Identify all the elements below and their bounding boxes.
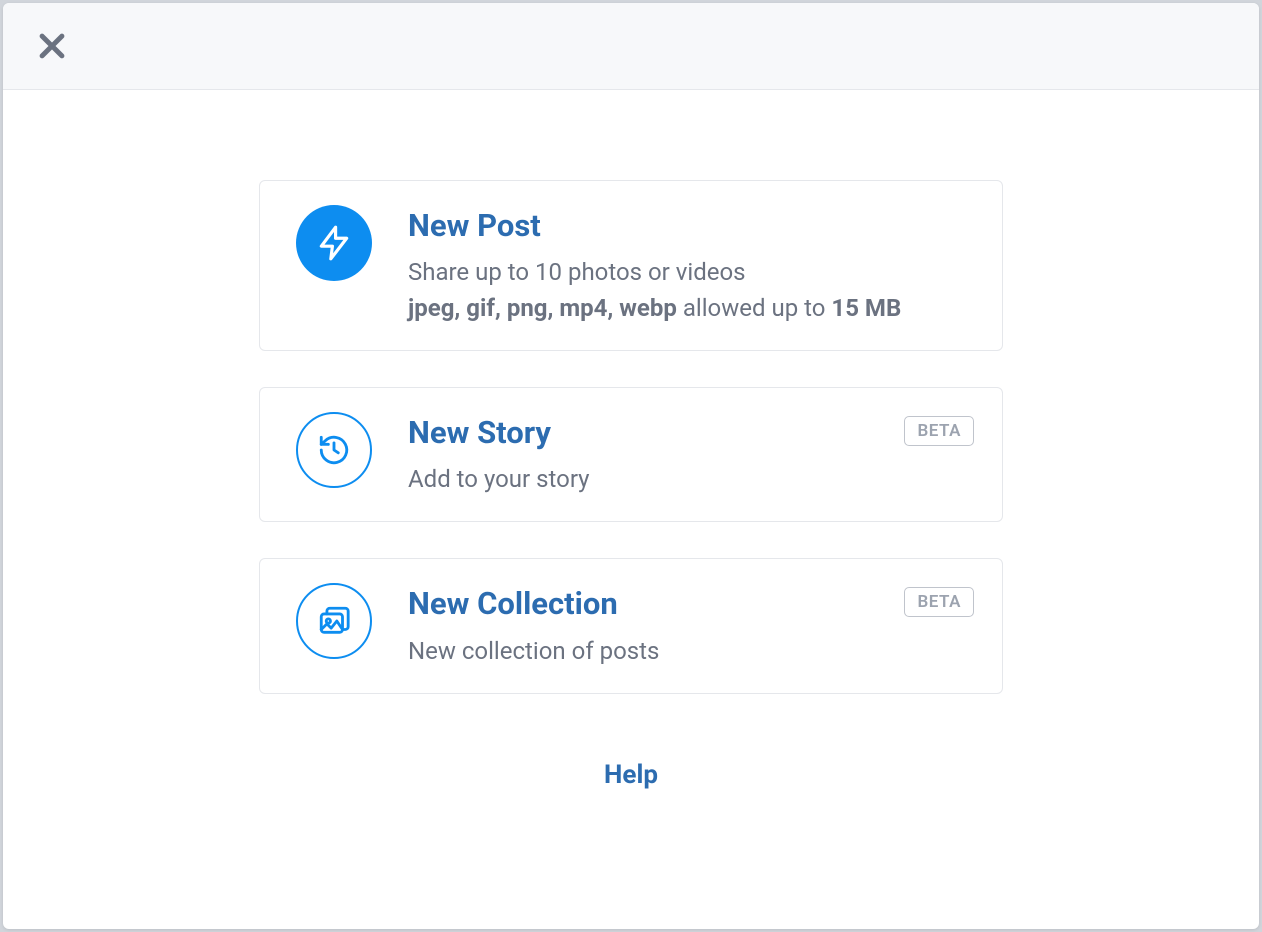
option-description: New collection of posts: [408, 633, 966, 669]
option-new-story[interactable]: New Story Add to your story BETA: [259, 387, 1003, 522]
option-description: Add to your story: [408, 461, 966, 497]
beta-badge: BETA: [904, 416, 974, 446]
help-link[interactable]: Help: [604, 760, 658, 790]
option-title: New Post: [408, 207, 966, 244]
images-icon: [296, 583, 372, 659]
modal-header: [3, 3, 1259, 90]
option-content: New Post Share up to 10 photos or videos…: [408, 205, 966, 326]
option-new-collection[interactable]: New Collection New collection of posts B…: [259, 558, 1003, 693]
option-title: New Story: [408, 414, 966, 451]
history-icon: [296, 412, 372, 488]
modal-body: New Post Share up to 10 photos or videos…: [3, 90, 1259, 929]
option-description: Share up to 10 photos or videos jpeg, gi…: [408, 254, 966, 326]
compose-modal: New Post Share up to 10 photos or videos…: [3, 3, 1259, 929]
close-button[interactable]: [31, 25, 73, 67]
option-content: New Story Add to your story: [408, 412, 966, 497]
option-title: New Collection: [408, 585, 966, 622]
beta-badge: BETA: [904, 587, 974, 617]
option-content: New Collection New collection of posts: [408, 583, 966, 668]
close-icon: [35, 29, 69, 63]
bolt-icon: [296, 205, 372, 281]
option-new-post[interactable]: New Post Share up to 10 photos or videos…: [259, 180, 1003, 351]
